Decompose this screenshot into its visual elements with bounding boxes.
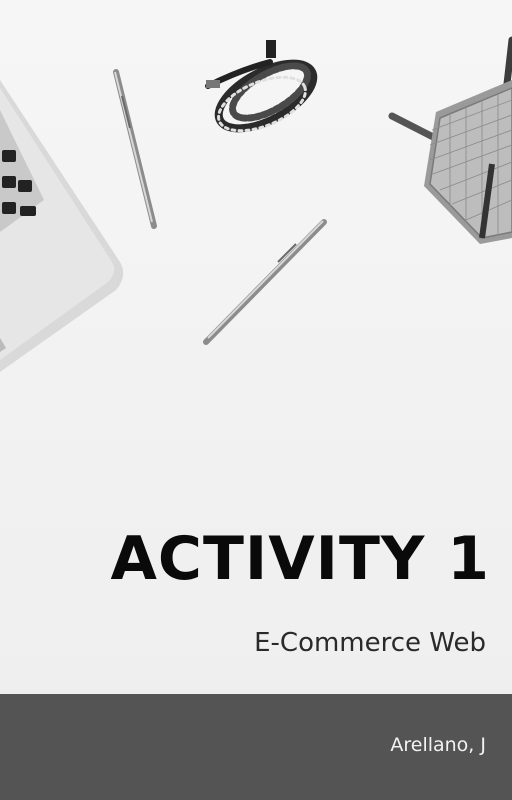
footer-band: Arellano, J <box>0 694 512 800</box>
cover-title: ACTIVITY 1 <box>110 524 490 594</box>
cover-subtitle: E-Commerce Web <box>254 628 486 658</box>
cable-image <box>205 40 318 133</box>
author-name: Arellano, J <box>390 734 486 756</box>
desk-photo <box>0 36 512 372</box>
pencil-holder-image <box>388 36 512 244</box>
pen-image <box>203 219 327 345</box>
pen-image <box>113 69 157 229</box>
laptop-image <box>0 80 124 372</box>
book-cover: ACTIVITY 1 E-Commerce Web Arellano, J <box>0 0 512 800</box>
